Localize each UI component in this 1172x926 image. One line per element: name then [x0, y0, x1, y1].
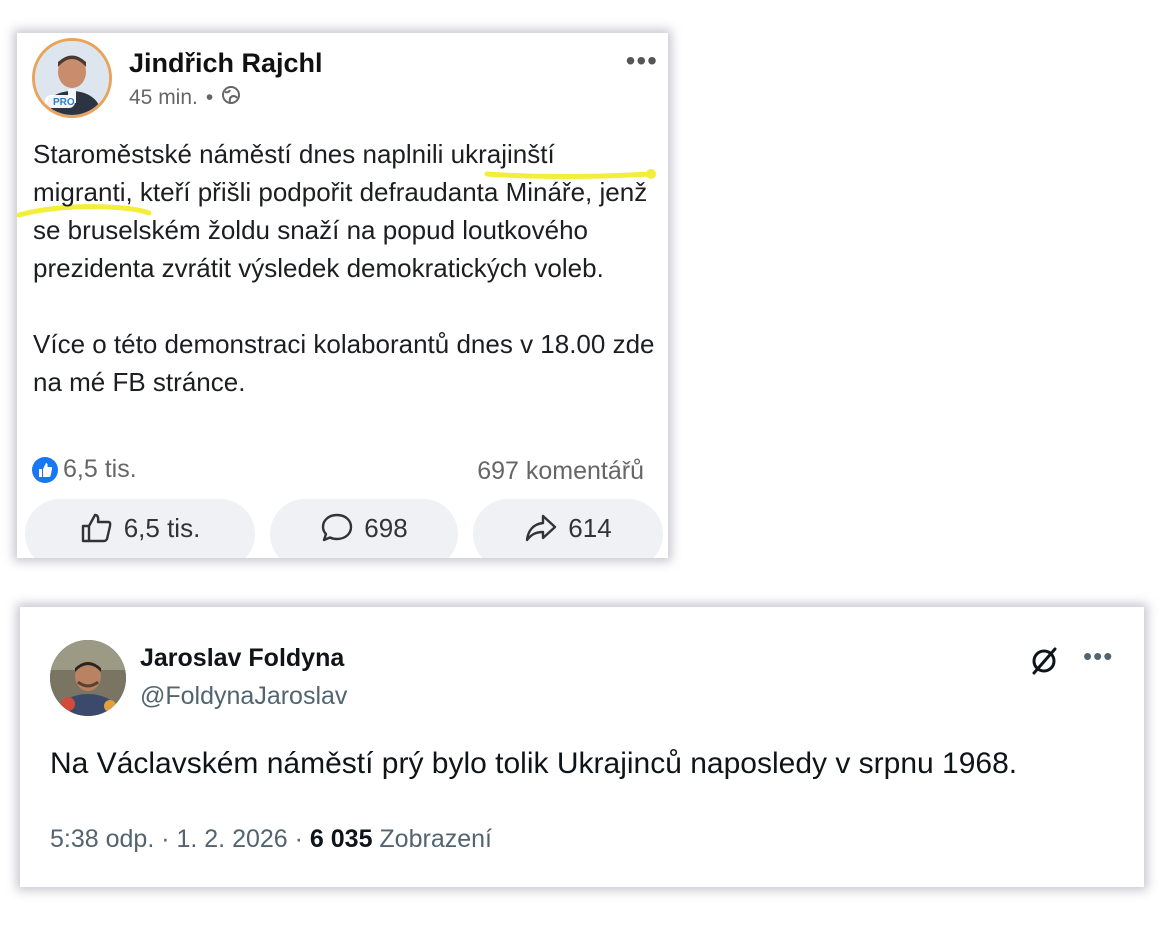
x-post-card: Jaroslav Foldyna @FoldynaJaroslav ••• Na… [20, 607, 1144, 887]
globe-icon [221, 85, 241, 111]
tweet-timestamp[interactable]: 5:38 odp. · 1. 2. 2026 · [50, 825, 310, 853]
author-avatar[interactable] [50, 640, 126, 716]
post-author-handle[interactable]: @FoldynaJaroslav [140, 682, 347, 711]
views-count: 6 035 [309, 825, 373, 853]
grok-icon[interactable] [1028, 645, 1060, 677]
like-reaction-icon [32, 456, 58, 483]
share-arrow-icon [526, 514, 557, 542]
highlighted-word-1: ukrajinští [450, 139, 555, 169]
reactions-summary[interactable]: 6,5 tis. [31, 455, 137, 484]
post-text: Staroměstské náměstí dnes naplnili ukraj… [33, 135, 663, 401]
author-avatar[interactable]: PRO [32, 38, 112, 118]
like-count: 6,5 tis. [123, 512, 201, 543]
thumbs-up-icon [81, 513, 112, 543]
meta-separator: • [205, 86, 214, 109]
comment-count: 698 [364, 512, 408, 543]
tweet-meta: 5:38 odp. · 1. 2. 2026 · 6 035 Zobrazení [50, 825, 492, 854]
more-options-button[interactable]: ••• [1083, 641, 1113, 672]
post-paragraph-2: Více o této demonstraci kolaborantů dnes… [33, 329, 655, 397]
post-author-name[interactable]: Jaroslav Foldyna [140, 644, 344, 673]
avatar-badge-text: PRO [53, 97, 75, 108]
views-label: Zobrazení [372, 825, 492, 853]
share-button[interactable]: 614 [473, 499, 663, 558]
comment-button[interactable]: 698 [270, 499, 458, 558]
like-button[interactable]: 6,5 tis. [25, 499, 255, 558]
post-time[interactable]: 45 min. [129, 86, 198, 110]
post-paragraph-1: Staroměstské náměstí dnes naplnili ukraj… [33, 135, 663, 287]
facebook-post-card: PRO Jindřich Rajchl 45 min. • ••• Starom… [17, 33, 668, 558]
comments-summary[interactable]: 697 komentářů [477, 457, 644, 486]
tweet-text: Na Václavském náměstí prý bylo tolik Ukr… [50, 747, 1018, 780]
paragraph1-part-a: Staroměstské náměstí dnes naplnili [33, 139, 451, 169]
share-count: 614 [568, 512, 612, 543]
comment-bubble-icon [322, 513, 353, 542]
highlighted-word-2: migranti, [33, 177, 133, 207]
post-options-button[interactable]: ••• [626, 45, 658, 77]
avatar-portrait [50, 640, 126, 716]
reactions-count: 6,5 tis. [63, 455, 137, 483]
avatar-portrait: PRO [35, 41, 109, 115]
post-author-name[interactable]: Jindřich Rajchl [129, 48, 323, 79]
post-meta: 45 min. • [129, 85, 241, 111]
